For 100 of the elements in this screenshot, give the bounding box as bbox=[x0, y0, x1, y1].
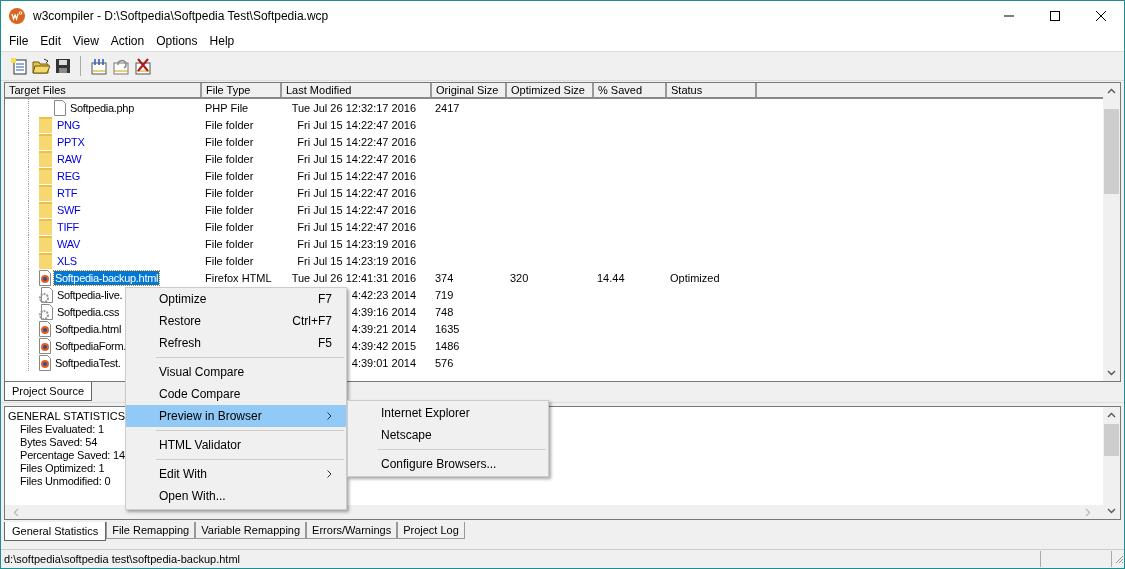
statistics-line: Files Unmodified: 0 bbox=[20, 475, 111, 488]
tab[interactable]: Variable Remapping bbox=[195, 522, 307, 539]
table-cell: File folder bbox=[205, 220, 254, 233]
chevron-up-icon[interactable] bbox=[1107, 88, 1116, 94]
chevron-right-icon bbox=[327, 470, 332, 478]
column-header[interactable]: Target Files bbox=[5, 83, 202, 97]
column-header[interactable]: Last Modified bbox=[282, 83, 432, 97]
menu-item[interactable]: File bbox=[3, 33, 35, 48]
folder-icon bbox=[39, 235, 53, 252]
menu-entry[interactable]: Preview in Browser bbox=[126, 405, 346, 427]
table-cell: Tue Jul 26 12:32:17 2016 bbox=[291, 101, 416, 114]
table-cell: Fri Jul 15 14:22:47 2016 bbox=[297, 203, 416, 216]
menu-entry[interactable]: Optimize F7 bbox=[126, 288, 346, 310]
table-cell: File folder bbox=[205, 203, 254, 216]
gear-file-icon bbox=[39, 303, 53, 320]
table-cell: File folder bbox=[205, 254, 254, 267]
table-cell: 1486 bbox=[435, 339, 460, 352]
file-name[interactable]: SoftpediaTest. bbox=[54, 355, 122, 370]
file-name[interactable]: REG bbox=[56, 168, 81, 183]
file-name[interactable]: RAW bbox=[56, 151, 83, 166]
table-cell: File folder bbox=[205, 152, 254, 165]
shortcut-label: F7 bbox=[318, 292, 332, 306]
file-name[interactable]: RTF bbox=[56, 185, 79, 200]
maximize-icon[interactable] bbox=[1050, 10, 1060, 21]
chevron-up-icon[interactable] bbox=[1107, 412, 1116, 418]
tab[interactable]: Project Log bbox=[397, 522, 465, 539]
table-cell: 719 bbox=[435, 288, 454, 301]
column-header[interactable]: Status bbox=[667, 83, 757, 97]
table-cell: Fri Jul 15 14:22:47 2016 bbox=[297, 220, 416, 233]
table-cell: File folder bbox=[205, 118, 254, 131]
file-name[interactable]: TIFF bbox=[56, 219, 80, 234]
column-header[interactable]: Optimized Size bbox=[507, 83, 594, 97]
menu-item[interactable]: Edit bbox=[34, 33, 68, 48]
table-cell: Firefox HTML bbox=[205, 271, 272, 284]
menu-entry[interactable]: Open With... bbox=[126, 485, 346, 507]
menu-entry[interactable]: Netscape bbox=[348, 424, 548, 446]
menu-entry[interactable]: Refresh F5 bbox=[126, 332, 346, 354]
tab[interactable]: Errors/Warnings bbox=[306, 522, 398, 539]
file-name[interactable]: SoftpediaForm. bbox=[54, 338, 127, 353]
app-logo-icon bbox=[9, 7, 25, 24]
close-icon[interactable] bbox=[1096, 10, 1106, 21]
shortcut-label: F5 bbox=[318, 336, 332, 350]
list-scrollbar[interactable] bbox=[1103, 83, 1120, 381]
file-name[interactable]: XLS bbox=[56, 253, 78, 268]
table-cell: Fri Jul 15 14:22:47 2016 bbox=[297, 169, 416, 182]
menu-entry[interactable]: Code Compare bbox=[126, 383, 346, 405]
open-folder-icon[interactable] bbox=[31, 56, 50, 76]
menu-item[interactable]: View bbox=[67, 33, 105, 48]
statistics-scrollbar[interactable] bbox=[1103, 407, 1120, 519]
table-cell: Fri Jul 15 14:22:47 2016 bbox=[297, 186, 416, 199]
table-cell: Fri Jul 15 14:23:19 2016 bbox=[297, 254, 416, 267]
file-name[interactable]: Softpedia-backup.html bbox=[54, 270, 160, 285]
folder-icon bbox=[39, 218, 53, 235]
tab[interactable]: File Remapping bbox=[106, 522, 196, 539]
statistics-line: Percentage Saved: 14 bbox=[20, 449, 125, 462]
table-cell: File folder bbox=[205, 169, 254, 182]
table-cell: 2417 bbox=[435, 101, 460, 114]
file-name[interactable]: PNG bbox=[56, 117, 81, 132]
menu-item[interactable]: Help bbox=[203, 33, 241, 48]
menu-item[interactable]: Options bbox=[150, 33, 204, 48]
table-cell: 4:39:21 2014 bbox=[351, 322, 416, 335]
menu-entry[interactable]: Configure Browsers... bbox=[348, 453, 548, 475]
file-name[interactable]: SWF bbox=[56, 202, 82, 217]
menu-entry[interactable]: Restore Ctrl+F7 bbox=[126, 310, 346, 332]
file-name[interactable]: Softpedia.css bbox=[56, 304, 121, 319]
table-cell: 1635 bbox=[435, 322, 460, 335]
tab[interactable]: General Statistics bbox=[4, 522, 107, 541]
table-cell: File folder bbox=[205, 237, 254, 250]
file-name[interactable]: Softpedia-live. bbox=[56, 287, 124, 302]
file-name[interactable]: PPTX bbox=[56, 134, 86, 149]
statistics-heading: GENERAL STATISTICS bbox=[8, 410, 126, 423]
file-name[interactable]: Softpedia.html bbox=[54, 321, 123, 336]
shortcut-label: Ctrl+F7 bbox=[292, 314, 332, 328]
delete-cross-icon[interactable] bbox=[133, 56, 152, 76]
column-header[interactable]: File Type bbox=[202, 83, 282, 97]
gear-file-icon bbox=[39, 286, 53, 303]
menu-entry[interactable]: Visual Compare bbox=[126, 361, 346, 383]
folder-icon bbox=[39, 252, 53, 269]
chevron-down-icon[interactable] bbox=[1107, 370, 1116, 376]
column-header[interactable]: % Saved bbox=[594, 83, 667, 97]
browser-file-icon bbox=[39, 269, 51, 286]
menu-entry[interactable]: HTML Validator bbox=[126, 434, 346, 456]
file-name[interactable]: Softpedia.php bbox=[69, 100, 135, 115]
menu-item[interactable]: Action bbox=[104, 33, 151, 48]
optimize-icon[interactable] bbox=[89, 56, 108, 76]
table-cell: PHP File bbox=[205, 101, 249, 114]
table-cell: 320 bbox=[510, 271, 529, 284]
column-header[interactable]: Original Size bbox=[432, 83, 507, 97]
menu-entry[interactable]: Edit With bbox=[126, 463, 346, 485]
table-cell: 14.44 bbox=[597, 271, 625, 284]
new-document-icon[interactable] bbox=[9, 56, 28, 76]
chevron-down-icon[interactable] bbox=[1107, 508, 1116, 514]
folder-icon bbox=[39, 133, 53, 150]
status-text: d:\softpedia\softpedia test\softpedia-backup.html bbox=[1, 551, 1041, 567]
menu-entry[interactable]: Internet Explorer bbox=[348, 402, 548, 424]
tab[interactable]: Project Source bbox=[4, 382, 93, 401]
table-cell: 576 bbox=[435, 356, 454, 369]
browser-file-icon bbox=[39, 320, 51, 337]
file-name[interactable]: WAV bbox=[56, 236, 81, 251]
folder-icon bbox=[39, 184, 53, 201]
